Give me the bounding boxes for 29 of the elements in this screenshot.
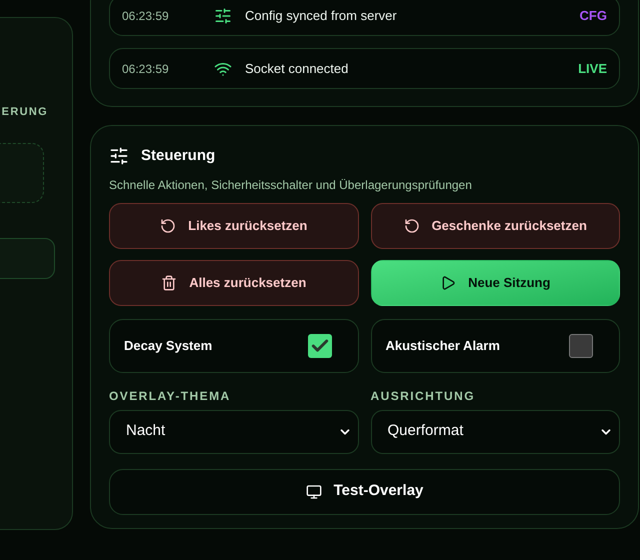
action-button[interactable]: Alles zurücksetzen [109,260,358,306]
action-button[interactable]: Neue Sitzung [370,260,620,306]
checkbox[interactable] [569,334,593,358]
log-time: 06:23:59 [122,60,170,78]
log-tag: CFG [580,6,607,26]
sliders-icon [109,146,129,166]
trash-icon [161,274,178,290]
toggle-label: Decay System [124,336,212,355]
test-overlay-button[interactable]: Test-Overlay [109,468,620,514]
panel-title: Steuerung [141,146,216,166]
select-label: OVERLAY-THEMA [109,388,232,404]
log-message: Config synced from server [245,6,398,25]
reset-icon [404,218,420,234]
toggle-label: Akustischer Alarm [386,336,500,355]
log-message: Socket connected [245,60,350,78]
checkbox[interactable] [308,334,332,358]
log-tag: LIVE [578,58,607,78]
log-time: 06:23:59 [122,8,170,24]
panel-subtitle: Schnelle Aktionen, Sicherheitsschalter und Überlagerungsprüfungen [109,176,473,194]
select-field[interactable]: Querformat [370,410,620,454]
play-icon [440,274,456,290]
reset-icon [160,218,176,234]
select-field[interactable]: Nacht [109,410,358,454]
action-button[interactable]: Likes zurücksetzen [109,202,358,248]
monitor-icon [306,484,322,500]
section-label: ERUNG [2,105,48,120]
action-button[interactable]: Geschenke zurücksetzen [370,202,620,248]
select-label: AUSRICHTUNG [370,388,476,404]
sliders-icon [214,6,232,24]
